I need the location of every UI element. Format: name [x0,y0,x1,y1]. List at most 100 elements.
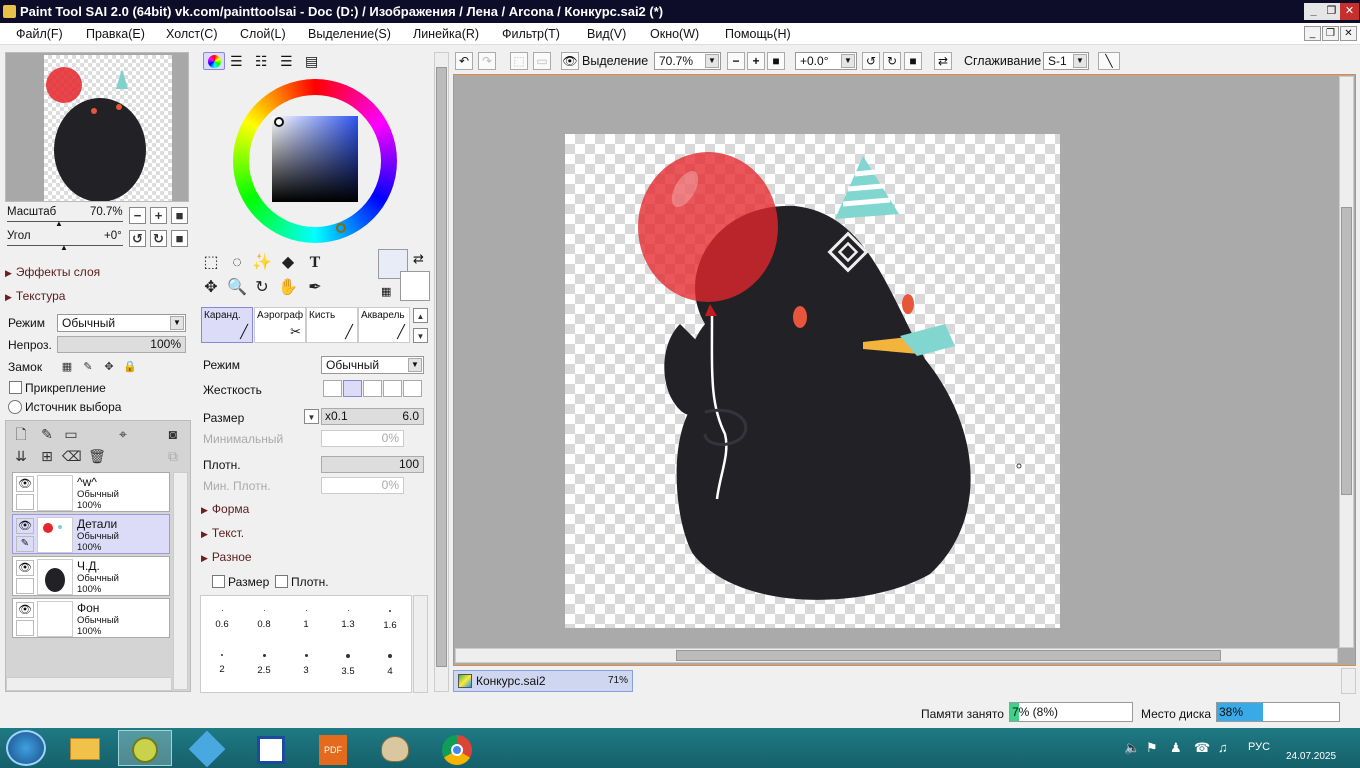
color-wheel-tab[interactable] [203,52,225,70]
transparent-color-icon[interactable]: ▦ [381,285,391,298]
clock-date[interactable]: 24.07.2025 [1286,751,1336,762]
pdf-taskbar-icon[interactable]: PDF [306,730,360,766]
magic-wand-icon[interactable]: ✨ [251,252,273,274]
rotate-left-button[interactable]: ↺ [129,230,146,247]
rgb-slider-tab-icon[interactable]: ☰ [230,53,243,70]
lock-transparency-icon[interactable]: ▦ [58,358,76,376]
size-pressure-checkbox[interactable] [212,575,225,588]
layer-item[interactable]: 👁 ^w^ Обычный 100% [12,472,170,512]
move-icon[interactable]: ✥ [200,277,222,299]
canvas-zoom-in-button[interactable]: + [747,52,765,70]
misc-section[interactable]: ▶ Разное [201,550,252,564]
opacity-slider[interactable]: 100% [57,336,186,353]
deselect-button[interactable]: ⬚ [510,52,528,70]
language-indicator[interactable]: РУС [1248,741,1270,753]
network-icon[interactable]: ☎ [1194,740,1210,756]
brush-size-cell[interactable]: 1.6 [369,596,411,640]
menu-layer[interactable]: Слой(L) [240,27,286,41]
close-button[interactable]: ✕ [1340,3,1359,20]
canvas-rotate-left-button[interactable]: ↺ [862,52,880,70]
lock-paint-icon[interactable]: ✎ [79,358,97,376]
canvas-rotate-reset-button[interactable]: ■ [904,52,922,70]
smoothing-select[interactable]: S-1 ▼ [1043,52,1089,70]
hardness-5[interactable] [403,380,422,397]
eye-icon[interactable]: 👁 [16,476,34,492]
density-slider[interactable]: 100 [321,456,424,473]
mdi-close-button[interactable]: ✕ [1340,26,1357,41]
hue-picker-handle[interactable] [336,223,346,233]
eye-icon[interactable]: 👁 [561,52,579,70]
layer-mask-icon[interactable]: ◙ [164,425,182,443]
min-size-slider[interactable]: 0% [321,430,404,447]
start-button[interactable] [6,730,46,766]
eye-icon[interactable]: 👁 [16,518,34,534]
brush-size-cell[interactable]: 2.5 [243,640,285,684]
mdi-restore-button[interactable]: ❐ [1322,26,1339,41]
eyedropper-icon[interactable]: ✒ [304,277,326,299]
invert-select-button[interactable]: ▭ [533,52,551,70]
density-pressure-checkbox[interactable] [275,575,288,588]
brush-tab-watercolor[interactable]: Акварель ╱ [358,307,410,343]
size-slider[interactable]: x0.1 6.0 [321,408,424,425]
menu-edit[interactable]: Правка(E) [86,27,145,41]
hardness-3[interactable] [363,380,382,397]
maximize-button[interactable]: ❐ [1322,3,1341,20]
rotate-right-button[interactable]: ↻ [150,230,167,247]
layer-scrollbar[interactable] [173,472,188,690]
chrome-taskbar-icon[interactable] [430,730,484,766]
canvas-zoom-out-button[interactable]: − [727,52,745,70]
layer-edit-icon[interactable] [16,578,34,594]
lock-all-icon[interactable]: 🔒 [121,358,139,376]
pencil-icon[interactable]: ✎ [16,536,34,552]
shape-icon[interactable]: ◆ [277,252,299,274]
flag-icon[interactable]: ⚑ [1146,740,1158,756]
new-linework-layer-icon[interactable]: ✎ [38,425,56,443]
hardness-1[interactable] [323,380,342,397]
redo-button[interactable]: ↷ [478,52,496,70]
menu-view[interactable]: Вид(V) [587,27,626,41]
brush-size-cell[interactable]: 2 [201,640,243,684]
mdi-minimize-button[interactable]: _ [1304,26,1321,41]
eye-icon[interactable]: 👁 [16,602,34,618]
navigator[interactable] [5,52,189,202]
canvas-angle-select[interactable]: +0.0° ▼ [795,52,857,70]
minimize-button[interactable]: _ [1304,3,1323,20]
texture-section[interactable]: ▶ Текстура [5,289,65,303]
delete-layer-icon[interactable]: 🗑 [88,447,106,465]
menu-selection[interactable]: Выделение(S) [308,27,391,41]
brush-mode-select[interactable]: Обычный ▼ [321,356,424,374]
brush-size-cell[interactable]: 1.3 [327,596,369,640]
new-folder-icon[interactable]: ▭ [62,425,80,443]
zoom-slider[interactable] [7,221,123,222]
rect-select-icon[interactable]: ⬚ [200,252,222,274]
text-tool-icon[interactable]: T [304,252,326,274]
volume-icon[interactable]: 🔈 [1124,740,1140,756]
panel-scroll-thumb[interactable] [436,67,447,667]
canvas-vscroll-thumb[interactable] [1341,207,1352,495]
layer-edit-icon[interactable] [16,494,34,510]
brush-size-cell[interactable]: 0.8 [243,596,285,640]
brush-size-scrollbar[interactable] [413,595,428,693]
blend-mode-select[interactable]: Обычный ▼ [57,314,186,332]
zoom-tool-icon[interactable]: 🔍 [226,277,248,299]
tray-icon[interactable]: ♟ [1170,740,1182,756]
saturation-value-square[interactable] [272,116,358,202]
painttool-sai-taskbar-icon[interactable] [118,730,172,766]
zoom-in-button[interactable]: + [150,207,167,224]
menu-ruler[interactable]: Линейка(R) [413,27,479,41]
layer-item[interactable]: 👁 Ч.Д. Обычный 100% [12,556,170,596]
menu-filter[interactable]: Фильтр(T) [502,27,560,41]
rotate-tool-icon[interactable]: ↻ [251,277,273,299]
canvas-zoom-select[interactable]: 70.7% ▼ [654,52,721,70]
sound-icon[interactable]: ♫ [1218,740,1228,755]
brush-scroll-up[interactable]: ▲ [413,308,428,323]
palette-tab-icon[interactable]: ▤ [305,53,318,70]
sv-picker-handle[interactable] [274,117,284,127]
vkmusic-taskbar-icon[interactable] [244,730,298,766]
navigator-preview[interactable] [44,55,172,202]
menu-file[interactable]: Файл(F) [16,27,63,41]
eye-icon[interactable]: 👁 [16,560,34,576]
angle-slider-handle[interactable]: ▲ [60,243,68,252]
canvas-zoom-reset-button[interactable]: ■ [767,52,785,70]
hardness-4[interactable] [383,380,402,397]
